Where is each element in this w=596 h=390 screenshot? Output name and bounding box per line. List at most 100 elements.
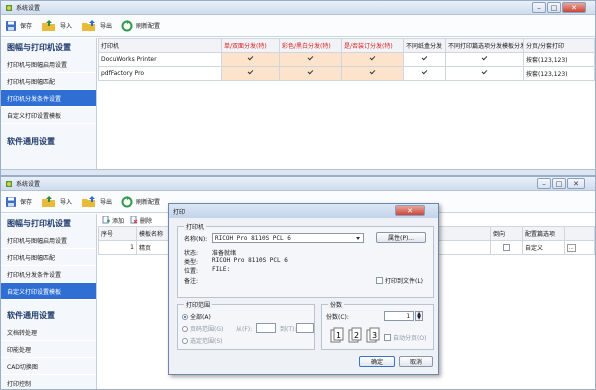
sidebar-section-general[interactable]: 软件通用设置	[1, 306, 96, 324]
color-checkbox[interactable]	[307, 55, 314, 62]
paging-value[interactable]: 按套(123,123)	[523, 66, 595, 81]
import-button[interactable]: 导入	[41, 193, 72, 211]
col-duplex[interactable]: 单/双面分发(特)	[221, 38, 280, 53]
export-button[interactable]: 导出	[81, 193, 112, 211]
distribution-grid: 打印机 单/双面分发(特) 彩色/黑白分发(特) 是/否装订分发(特) 不同纸盒…	[98, 38, 595, 175]
reverse-checkbox[interactable]	[503, 244, 510, 251]
export-button[interactable]: 导出	[81, 17, 112, 35]
toolbar: 保存 导入 导出 刷新配置	[1, 15, 595, 37]
refresh-button[interactable]: 刷新配置	[121, 193, 160, 211]
properties-button[interactable]: 属性(P)...	[376, 232, 426, 243]
template-checkbox[interactable]	[481, 69, 488, 76]
save-button[interactable]: 保存	[5, 193, 32, 211]
import-folder-icon	[42, 19, 56, 31]
from-input[interactable]	[256, 323, 276, 333]
save-button[interactable]: 保存	[5, 17, 32, 35]
col-printer[interactable]: 打印机	[98, 38, 222, 53]
sidebar-item-distribution[interactable]: 打印机分发条件设置	[1, 266, 96, 283]
tray-checkbox[interactable]	[421, 55, 428, 62]
paging-value[interactable]: 按套(123,123)	[523, 52, 595, 67]
config-ellipsis-button[interactable]: ...	[567, 243, 576, 252]
range-selection-radio[interactable]: 选定范围(S)	[182, 336, 223, 345]
duplex-checkbox[interactable]	[247, 69, 254, 76]
save-icon	[6, 196, 16, 207]
maximize-button[interactable]: □	[547, 2, 561, 13]
printer-name: pdfFactory Pro	[98, 66, 222, 81]
sidebar-item-doc-convert[interactable]: 文档转处理	[1, 324, 96, 341]
collate-checkbox[interactable]: 自动分页(O)	[384, 333, 426, 342]
range-all-radio[interactable]: 全部(A)	[182, 312, 211, 321]
color-checkbox[interactable]	[307, 69, 314, 76]
sidebar-item-print-control[interactable]: 打印控制	[1, 375, 96, 389]
from-label: 从(F):	[236, 326, 253, 333]
tray-checkbox[interactable]	[421, 69, 428, 76]
export-folder-icon	[82, 195, 96, 207]
col-color[interactable]: 彩色/黑白分发(特)	[279, 38, 342, 53]
sidebar-item-enable[interactable]: 打印机与图幅启用设置	[1, 56, 96, 73]
svg-text:3: 3	[372, 331, 377, 340]
dialog-close-button[interactable]: ✕	[395, 205, 425, 216]
binding-checkbox[interactable]	[369, 69, 376, 76]
binding-checkbox[interactable]	[369, 55, 376, 62]
status-value: 准备就绪	[212, 250, 237, 257]
delete-doc-icon	[130, 216, 138, 224]
row-index: 1	[98, 240, 137, 255]
sidebar-item-distribution[interactable]: 打印机分发条件设置	[1, 90, 96, 107]
print-to-file-checkbox[interactable]: 打印到文件(L)	[376, 276, 423, 285]
type-value: RICOH Pro 8110S PCL 6	[212, 257, 288, 264]
sidebar-item-cad[interactable]: CAD切换图	[1, 358, 96, 375]
dialog-title-bar[interactable]: 打印 ✕	[169, 204, 438, 218]
refresh-icon	[121, 195, 133, 207]
close-button[interactable]: ✕	[562, 2, 586, 13]
sidebar-section-general[interactable]: 软件通用设置	[1, 132, 96, 150]
sidebar-item-enable[interactable]: 打印机与图幅启用设置	[1, 232, 96, 249]
table-row[interactable]: pdfFactory Pro 按套(123,123)	[98, 66, 595, 81]
minimize-button[interactable]: –	[532, 2, 546, 13]
add-doc-icon	[102, 216, 110, 224]
duplex-checkbox[interactable]	[247, 55, 254, 62]
sidebar-item-print-process[interactable]: 印能处理	[1, 341, 96, 358]
title-bar[interactable]: 系统设置 – □ ✕	[1, 1, 595, 15]
location-value: FILE:	[212, 266, 231, 273]
sidebar-section-printer[interactable]: 图幅与打印机设置	[1, 214, 96, 232]
row-config-value[interactable]: 自定义	[522, 240, 565, 255]
import-folder-icon	[42, 195, 56, 207]
title-bar[interactable]: 系统设置 – □ ✕	[1, 177, 595, 191]
col-index[interactable]: 序号	[98, 226, 137, 241]
copies-input[interactable]: 1	[384, 311, 414, 321]
sidebar-section-printer[interactable]: 图幅与打印机设置	[1, 38, 96, 56]
sidebar-item-match[interactable]: 打印机与图幅匹配	[1, 73, 96, 90]
sidebar: 图幅与打印机设置 打印机与图幅启用设置 打印机与图幅匹配 打印机分发条件设置 自…	[1, 38, 97, 175]
printer-name: DocuWorks Printer	[98, 52, 222, 67]
export-folder-icon	[82, 19, 96, 31]
col-config[interactable]: 配置篇选项	[522, 226, 565, 241]
col-tray[interactable]: 不同纸盒分发	[403, 38, 446, 53]
to-input[interactable]	[296, 323, 314, 333]
close-button[interactable]: ✕	[567, 178, 585, 189]
add-button[interactable]: 添加	[102, 216, 124, 225]
sidebar-item-template[interactable]: 自定义打印设置模板	[1, 283, 96, 300]
copies-label: 份数(C):	[326, 314, 349, 321]
printer-select[interactable]: RICOH Pro 8110S PCL 6	[212, 233, 364, 243]
minimize-button[interactable]: –	[537, 178, 551, 189]
range-pages-radio[interactable]: 页码范围(G)	[182, 324, 223, 333]
col-reverse[interactable]: 倒向	[490, 226, 523, 241]
copies-spinner[interactable]: ▲ ▼	[415, 311, 423, 321]
import-button[interactable]: 导入	[41, 17, 72, 35]
template-checkbox[interactable]	[481, 55, 488, 62]
to-label: 到(T):	[280, 326, 297, 333]
col-options-template[interactable]: 不同打印篇选项分发模板分发	[445, 38, 524, 53]
print-range-label: 打印范围	[184, 300, 213, 309]
maximize-button[interactable]: □	[552, 178, 566, 189]
chevron-down-icon	[356, 237, 360, 240]
refresh-button[interactable]: 刷新配置	[121, 17, 160, 35]
ok-button[interactable]: 确定	[359, 356, 395, 367]
cancel-button[interactable]: 取消	[399, 356, 433, 367]
sidebar-item-match[interactable]: 打印机与图幅匹配	[1, 249, 96, 266]
table-row[interactable]: DocuWorks Printer 按套(123,123)	[98, 52, 595, 67]
col-paging[interactable]: 分页/分套打印	[523, 38, 595, 53]
delete-button[interactable]: 删除	[130, 216, 152, 225]
col-binding[interactable]: 是/否装订分发(特)	[341, 38, 404, 53]
sidebar-item-template[interactable]: 自定义打印设置模板	[1, 107, 96, 124]
type-label: 类型:	[184, 259, 199, 266]
